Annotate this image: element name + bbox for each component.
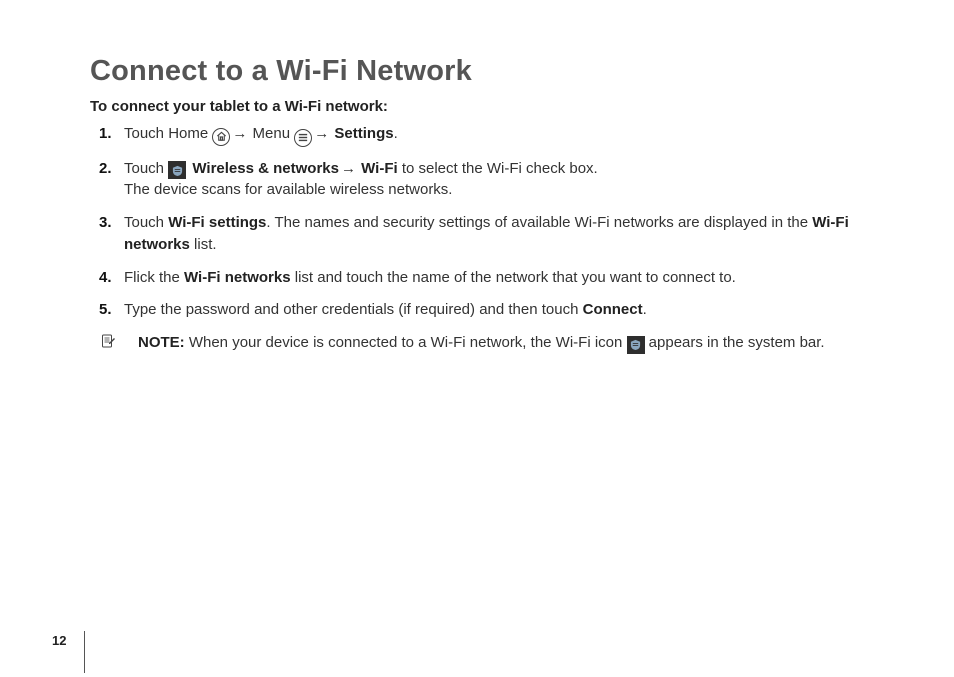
note-block: NOTE: When your device is connected to a… bbox=[104, 332, 874, 354]
note-text: appears in the system bar. bbox=[645, 334, 825, 351]
page-number: 12 bbox=[52, 633, 86, 648]
footer-divider bbox=[84, 631, 85, 673]
step-number: 2. bbox=[99, 158, 112, 180]
step-number: 5. bbox=[99, 299, 112, 321]
step-text: . The names and security settings of ava… bbox=[266, 214, 812, 231]
steps-list: 1. Touch Home → Menu → Settings. 2. Touc… bbox=[104, 123, 874, 321]
step-4: 4. Flick the Wi-Fi networks list and tou… bbox=[104, 267, 874, 289]
step-2: 2. Touch Wireless & networks→ Wi-Fi to s… bbox=[104, 158, 874, 202]
step-text: The device scans for available wireless … bbox=[124, 181, 452, 198]
step-number: 4. bbox=[99, 267, 112, 289]
arrow-icon: → bbox=[230, 123, 248, 145]
step-bold: Wi-Fi networks bbox=[184, 269, 291, 286]
home-icon bbox=[212, 128, 230, 146]
note-label: NOTE: bbox=[138, 334, 185, 351]
page-title: Connect to a Wi-Fi Network bbox=[90, 55, 874, 88]
step-bold: Wi-Fi bbox=[357, 160, 398, 177]
intro-text: To connect your tablet to a Wi-Fi networ… bbox=[90, 98, 874, 115]
step-text: list. bbox=[190, 236, 217, 253]
step-text: Menu bbox=[248, 125, 294, 142]
wifi-icon bbox=[627, 336, 645, 354]
note-icon bbox=[100, 333, 116, 349]
step-text: Flick the bbox=[124, 269, 184, 286]
step-text: Touch Home bbox=[124, 125, 212, 142]
step-bold: Wireless & networks bbox=[192, 160, 339, 177]
wifi-settings-icon bbox=[168, 161, 186, 179]
step-bold: Settings bbox=[334, 125, 393, 142]
step-bold: Connect bbox=[583, 301, 643, 318]
arrow-icon: → bbox=[339, 158, 357, 180]
arrow-icon: → bbox=[312, 123, 330, 145]
step-5: 5. Type the password and other credentia… bbox=[104, 299, 874, 321]
step-text: Touch bbox=[124, 160, 168, 177]
step-number: 3. bbox=[99, 212, 112, 234]
page-footer: 12 bbox=[52, 631, 85, 649]
step-3: 3. Touch Wi-Fi settings. The names and s… bbox=[104, 212, 874, 256]
step-text: Type the password and other credentials … bbox=[124, 301, 583, 318]
step-1: 1. Touch Home → Menu → Settings. bbox=[104, 123, 874, 147]
menu-icon bbox=[294, 129, 312, 147]
step-text: to select the Wi-Fi check box. bbox=[398, 160, 598, 177]
step-number: 1. bbox=[99, 123, 112, 145]
step-bold: Wi-Fi settings bbox=[168, 214, 266, 231]
step-text: list and touch the name of the network t… bbox=[291, 269, 736, 286]
step-text: Touch bbox=[124, 214, 168, 231]
step-text: . bbox=[643, 301, 647, 318]
note-text: When your device is connected to a Wi-Fi… bbox=[185, 334, 627, 351]
